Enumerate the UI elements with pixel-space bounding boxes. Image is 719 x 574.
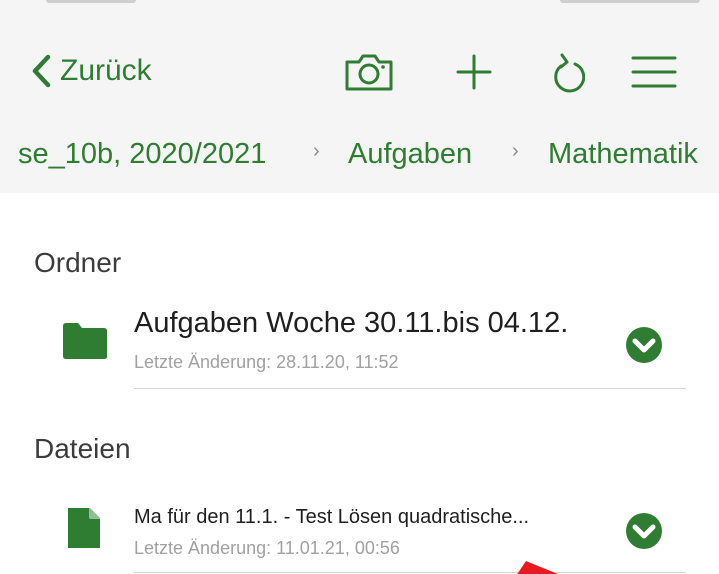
section-title-files: Dateien [34, 433, 131, 464]
breadcrumb-separator-icon: › [313, 140, 320, 162]
folder-modified-date: Letzte Änderung: 28.11.20, 11:52 [134, 352, 399, 372]
file-name: Ma für den 11.1. - Test Lösen quadratisc… [134, 506, 530, 528]
refresh-icon [554, 53, 585, 93]
breadcrumb-item-mathematik[interactable]: Mathematik [548, 132, 698, 176]
folder-name: Aufgaben Woche 30.11.bis 04.12. [134, 307, 569, 339]
folder-row[interactable]: Aufgaben Woche 30.11.bis 04.12. Letzte Ä… [0, 296, 719, 390]
add-button[interactable] [454, 46, 494, 98]
menu-button[interactable] [630, 46, 678, 98]
status-bar-right-fragment [560, 0, 700, 6]
app-screen: Zurück se_10b, 2020/2021 › Aufgaben › Ma… [0, 0, 719, 574]
back-button-label: Zurück [60, 54, 152, 87]
row-divider [134, 572, 686, 573]
synced-check-icon[interactable] [625, 512, 663, 550]
back-button[interactable]: Zurück [30, 48, 152, 94]
synced-check-icon[interactable] [625, 326, 663, 364]
plus-icon [456, 54, 492, 90]
file-modified-date: Letzte Änderung: 11.01.21, 00:56 [134, 538, 400, 558]
refresh-button[interactable] [548, 46, 588, 98]
folder-icon [63, 323, 107, 359]
document-icon [68, 508, 100, 548]
camera-icon [345, 54, 393, 91]
navigation-bar: Zurück [0, 40, 719, 104]
menu-icon [631, 56, 677, 88]
breadcrumb-item-aufgaben[interactable]: Aufgaben [348, 132, 472, 176]
section-title-folders: Ordner [34, 247, 122, 278]
breadcrumb-item-class[interactable]: se_10b, 2020/2021 [18, 132, 266, 176]
camera-button[interactable] [343, 46, 395, 98]
file-row[interactable]: Ma für den 11.1. - Test Lösen quadratisc… [0, 494, 719, 574]
annotation-arrow-icon [517, 561, 558, 574]
chevron-left-icon [32, 54, 51, 88]
row-divider [134, 388, 686, 389]
breadcrumb-separator-icon: › [512, 140, 519, 162]
status-bar-left-fragment [46, 0, 136, 6]
breadcrumb: se_10b, 2020/2021 › Aufgaben › Mathemati… [0, 132, 719, 176]
